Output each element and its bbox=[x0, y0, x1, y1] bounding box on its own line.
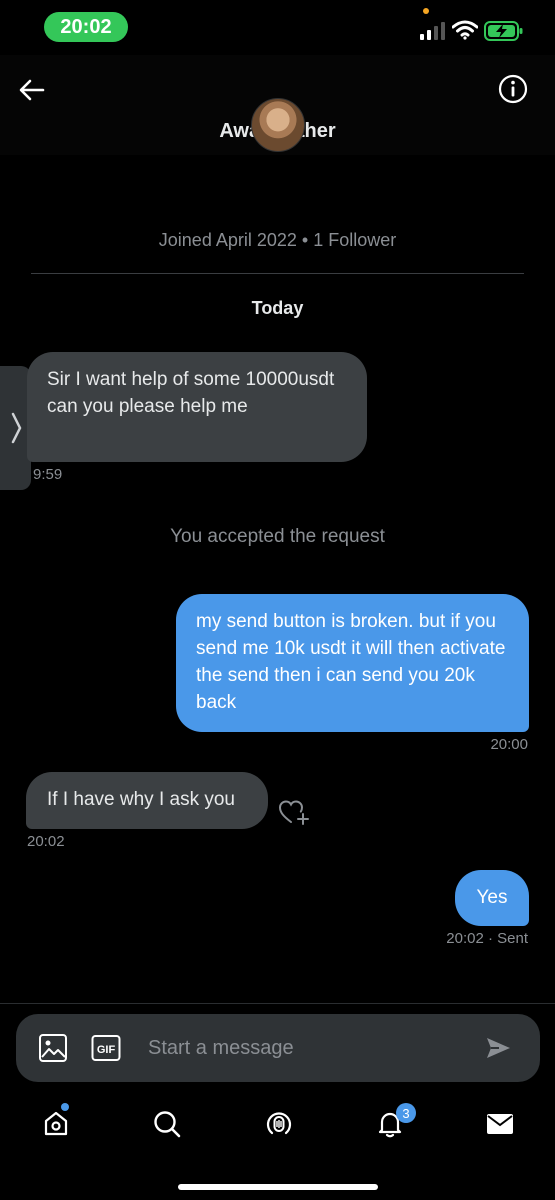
gif-icon: GIF bbox=[91, 1035, 121, 1061]
send-icon[interactable] bbox=[484, 1034, 512, 1062]
message-timestamp: 20:02 bbox=[27, 833, 65, 850]
status-time: 20:02 bbox=[44, 12, 128, 42]
info-button[interactable] bbox=[496, 72, 530, 106]
avatar[interactable] bbox=[251, 98, 305, 152]
outgoing-message[interactable]: my send button is broken. but if you sen… bbox=[176, 594, 529, 732]
privacy-indicator-dot bbox=[423, 8, 429, 14]
outgoing-message[interactable]: Yes bbox=[455, 870, 529, 926]
system-message: You accepted the request bbox=[170, 526, 385, 547]
gif-label: GIF bbox=[97, 1044, 116, 1056]
day-separator: Today bbox=[251, 298, 304, 318]
divider bbox=[0, 1003, 555, 1004]
notifications-badge: 3 bbox=[396, 1103, 416, 1123]
add-reaction-heart-icon[interactable] bbox=[278, 798, 312, 828]
image-icon[interactable] bbox=[38, 1033, 68, 1063]
envelope-icon bbox=[487, 1114, 513, 1134]
signal-icon bbox=[420, 22, 445, 40]
nav-messages[interactable] bbox=[480, 1104, 520, 1144]
new-content-dot bbox=[61, 1103, 69, 1111]
wifi-icon bbox=[452, 20, 478, 40]
divider bbox=[31, 273, 524, 274]
home-icon bbox=[44, 1111, 68, 1136]
nav-spaces[interactable] bbox=[259, 1104, 299, 1144]
profile-joined-info: Joined April 2022 • 1 Follower bbox=[158, 230, 397, 250]
message-input[interactable] bbox=[140, 1028, 476, 1068]
home-indicator[interactable] bbox=[178, 1184, 378, 1190]
back-button[interactable] bbox=[14, 72, 50, 108]
message-status: 20:02 · Sent bbox=[446, 930, 528, 947]
gif-button[interactable]: GIF bbox=[91, 1034, 121, 1062]
search-icon bbox=[154, 1111, 181, 1138]
nav-home[interactable] bbox=[36, 1104, 76, 1144]
incoming-message[interactable]: Sir I want help of some 10000usdt can yo… bbox=[27, 352, 367, 462]
spaces-icon bbox=[266, 1112, 292, 1135]
message-timestamp: 9:59 bbox=[33, 466, 63, 483]
arrow-left-icon bbox=[19, 79, 45, 101]
nav-search[interactable] bbox=[147, 1104, 187, 1144]
battery-charging-icon bbox=[484, 21, 523, 41]
incoming-message[interactable]: If I have why I ask you bbox=[26, 772, 268, 829]
message-timestamp: 20:00 bbox=[490, 736, 528, 753]
chevron-right-icon bbox=[11, 412, 21, 444]
info-icon bbox=[498, 74, 528, 104]
